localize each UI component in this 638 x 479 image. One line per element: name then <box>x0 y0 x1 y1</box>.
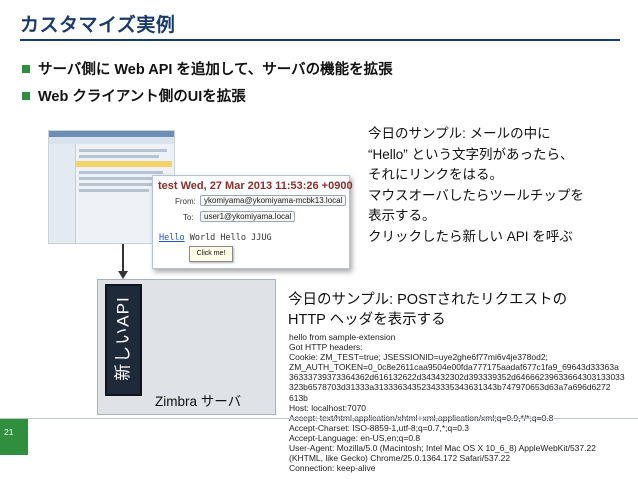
description-line: 今日のサンプル: メールの中に <box>368 126 551 141</box>
description-line: マウスオーバしたらツールチップを <box>368 187 584 203</box>
log-line: Accept-Charset: ISO-8859-1,utf-8;q=0.7,*… <box>289 422 470 433</box>
log-line: 36333739373364362d616132622d343432302d39… <box>289 372 625 383</box>
description-line: クリックしたら新しい API を呼ぶ <box>368 228 573 244</box>
screenshot-selected-row <box>76 161 172 167</box>
bullet-text: Web クライアント側のUIを拡張 <box>38 89 246 105</box>
title-divider <box>20 39 620 41</box>
log-line: hello from sample-extension <box>289 332 396 342</box>
screenshot-list-line <box>79 155 159 158</box>
footer-divider <box>0 418 638 419</box>
zimbra-server-label: Zimbra サーバ <box>155 394 242 409</box>
new-api-label: 新しいAPI <box>114 295 133 381</box>
page-number-badge: 21 <box>0 419 28 455</box>
bullet-text: サーバ側に Web API を追加して、サーバの機能を拡張 <box>38 62 393 78</box>
description-line: 今日のサンプル: POSTされたリクエストの <box>288 292 568 308</box>
server-sample-description: 今日のサンプル: POSTされたリクエストの HTTP ヘッダを表示する <box>288 290 567 330</box>
screenshot-list-line <box>79 171 163 174</box>
mail-subject-date: test Wed, 27 Mar 2013 11:53:26 +0900 <box>158 180 353 192</box>
mail-body: Hello World Hello JJUG <box>159 233 272 243</box>
screenshot-sidebar <box>49 144 76 243</box>
log-line: Host: localhost:7070 <box>289 402 367 413</box>
screenshot-list-line <box>79 177 153 180</box>
bullet-server-api: サーバ側に Web API を追加して、サーバの機能を拡張 <box>22 58 393 79</box>
hello-link[interactable]: Hello <box>159 233 185 243</box>
mail-from-label: From: <box>175 197 196 206</box>
screenshot-nav-bar <box>49 137 174 144</box>
arrow-down-icon <box>118 271 128 279</box>
screenshot-list-line <box>79 149 167 152</box>
description-line: HTTP ヘッダを表示する <box>288 312 446 328</box>
log-line: User-Agent: Mozilla/5.0 (Macintosh; Inte… <box>289 443 596 454</box>
mail-to-address: user1@ykomiyama.local <box>200 211 296 222</box>
slide: カスタマイズ実例 サーバ側に Web API を追加して、サーバの機能を拡張 W… <box>0 0 638 479</box>
log-line: Connection: keep-alive <box>289 463 376 474</box>
mail-to-label: To: <box>183 213 194 222</box>
description-line: “Hello” という文字列があったら、 <box>368 146 574 162</box>
bullet-square-icon <box>22 91 30 100</box>
bullet-client-ui: Web クライアント側のUIを拡張 <box>22 85 246 106</box>
log-line: 323b6578703d31333a3133363435234333534363… <box>289 382 611 393</box>
arrow-line <box>122 244 124 274</box>
client-sample-description: 今日のサンプル: メールの中に “Hello” という文字列があったら、 それに… <box>368 124 584 247</box>
slide-title: カスタマイズ実例 <box>20 15 176 36</box>
description-line: それにリンクをはる。 <box>368 167 503 182</box>
click-me-tooltip[interactable]: Click me! <box>189 246 233 262</box>
http-header-log: hello from sample-extension Got HTTP hea… <box>289 332 629 479</box>
log-line: 613b <box>289 392 308 403</box>
mail-from-address: ykomiyama@ykomiyama-mcbk13.local <box>200 195 347 206</box>
mail-detail-screenshot: test Wed, 27 Mar 2013 11:53:26 +0900 Fro… <box>152 175 353 269</box>
mail-body-text: World Hello JJUG <box>184 233 272 243</box>
log-line: Got HTTP headers: <box>289 342 363 353</box>
description-line: 表示する。 <box>368 208 436 223</box>
screenshot-list-line <box>79 189 149 192</box>
page-number: 21 <box>4 427 14 437</box>
bullet-square-icon <box>22 64 30 73</box>
log-line: Cookie: ZM_TEST=true; JSESSIONID=uye2ghe… <box>289 352 548 363</box>
new-api-label-wrap: 新しいAPI <box>104 284 139 392</box>
log-line: Accept-Language: en-US,en;q=0.8 <box>289 432 421 443</box>
log-line: ZM_AUTH_TOKEN=0_0c8e2611caa9504e00fda777… <box>289 362 619 373</box>
log-line: (KHTML, like Gecko) Chrome/25.0.1364.172… <box>289 453 511 464</box>
